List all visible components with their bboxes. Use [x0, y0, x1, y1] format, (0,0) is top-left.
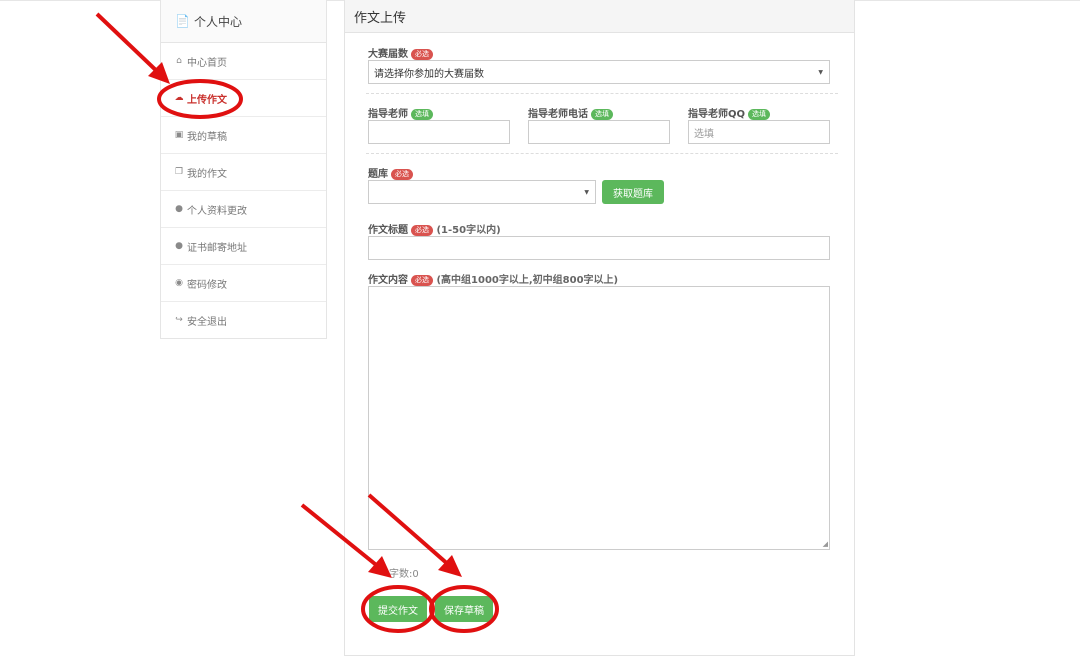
teacher-label: 指导老师 选填 [368, 105, 433, 120]
sidebar-item-label: 个人资料更改 [187, 205, 247, 217]
sidebar-item-label: 密码修改 [187, 279, 227, 291]
word-count: 字数:0 [389, 569, 419, 580]
required-badge: 必选 [411, 275, 433, 286]
sidebar: 📄 个人中心 ⌂ 中心首页 ☁ 上传作文 ▣ 我的草稿 ❐ 我的作文 ● 个人资… [160, 0, 327, 339]
essay-title-label-text: 作文标题 [368, 225, 408, 236]
essay-title-note: (1-50字以内) [436, 225, 501, 236]
teacher-qq-label: 指导老师QQ 选填 [688, 105, 771, 120]
fetch-question-bank-button[interactable]: 获取题库 [602, 180, 664, 204]
sidebar-item-upload-essay[interactable]: ☁ 上传作文 [161, 80, 326, 117]
required-badge: 必选 [411, 225, 433, 236]
sidebar-item-password-change[interactable]: ◉ 密码修改 [161, 265, 326, 302]
draft-icon: ▣ [174, 130, 184, 140]
question-bank-select[interactable]: ▼ [368, 180, 596, 204]
save-draft-button[interactable]: 保存草稿 [435, 596, 493, 622]
question-bank-label-text: 题库 [368, 169, 388, 180]
essay-title-input[interactable] [368, 236, 830, 260]
sidebar-item-label: 安全退出 [187, 316, 227, 328]
teacher-input[interactable] [368, 120, 510, 144]
teacher-label-text: 指导老师 [368, 109, 408, 120]
sidebar-item-my-essays[interactable]: ❐ 我的作文 [161, 154, 326, 191]
sidebar-title: 个人中心 [193, 14, 242, 29]
home-icon: ⌂ [176, 56, 182, 66]
optional-badge: 选填 [748, 109, 771, 120]
session-label-text: 大赛届数 [368, 49, 408, 60]
sidebar-item-label: 我的草稿 [187, 131, 227, 143]
user-icon: ● [175, 204, 183, 214]
required-badge: 必选 [411, 49, 433, 60]
sidebar-item-certificate-address[interactable]: ● 证书邮寄地址 [161, 228, 326, 265]
copy-icon: ❐ [174, 167, 184, 177]
caret-down-icon: ▼ [584, 189, 589, 196]
essay-content-label: 作文内容 必选 (高中组1000字以上,初中组800字以上) [368, 271, 618, 286]
session-select-value: 请选择你参加的大赛届数 [374, 68, 484, 80]
teacher-qq-placeholder: 选填 [694, 128, 714, 140]
teacher-qq-label-text: 指导老师QQ [688, 109, 746, 120]
teacher-phone-label: 指导老师电话 选填 [528, 105, 613, 120]
essay-title-label: 作文标题 必选 (1-50字以内) [368, 221, 501, 236]
submit-essay-button[interactable]: 提交作文 [369, 596, 427, 622]
teacher-phone-input[interactable] [528, 120, 670, 144]
teacher-phone-label-text: 指导老师电话 [528, 109, 588, 120]
sidebar-item-label: 证书邮寄地址 [187, 242, 247, 254]
document-icon: 📄 [175, 14, 190, 28]
teacher-qq-input[interactable]: 选填 [688, 120, 830, 144]
sidebar-item-label: 我的作文 [187, 168, 227, 180]
optional-badge: 选填 [591, 109, 613, 120]
sign-out-icon: ↪ [175, 315, 183, 325]
caret-down-icon: ▼ [818, 69, 823, 76]
optional-badge: 选填 [411, 109, 433, 120]
dashed-divider [366, 153, 838, 154]
sidebar-item-my-drafts[interactable]: ▣ 我的草稿 [161, 117, 326, 154]
essay-content-label-text: 作文内容 [368, 275, 408, 286]
sidebar-item-logout[interactable]: ↪ 安全退出 [161, 302, 326, 338]
essay-content-note: (高中组1000字以上,初中组800字以上) [436, 275, 619, 286]
essay-content-textarea[interactable]: ◢ [368, 286, 830, 550]
sidebar-item-profile-edit[interactable]: ● 个人资料更改 [161, 191, 326, 228]
cloud-upload-icon: ☁ [174, 93, 184, 103]
sidebar-item-label: 中心首页 [187, 57, 227, 69]
question-bank-label: 题库 必选 [368, 165, 413, 180]
session-label: 大赛届数 必选 [368, 45, 433, 60]
dashed-divider [366, 93, 838, 94]
resize-handle-icon[interactable]: ◢ [823, 541, 828, 548]
panel-title: 作文上传 [345, 0, 854, 33]
required-badge: 必选 [391, 169, 413, 180]
sidebar-item-home[interactable]: ⌂ 中心首页 [161, 43, 326, 80]
sidebar-header: 📄 个人中心 [161, 0, 326, 43]
session-select[interactable]: 请选择你参加的大赛届数 ▼ [368, 60, 830, 84]
comment-icon: ◉ [175, 278, 183, 288]
user-icon: ● [175, 241, 183, 251]
annotation-arrow [95, 12, 164, 78]
sidebar-item-label: 上传作文 [187, 94, 227, 106]
